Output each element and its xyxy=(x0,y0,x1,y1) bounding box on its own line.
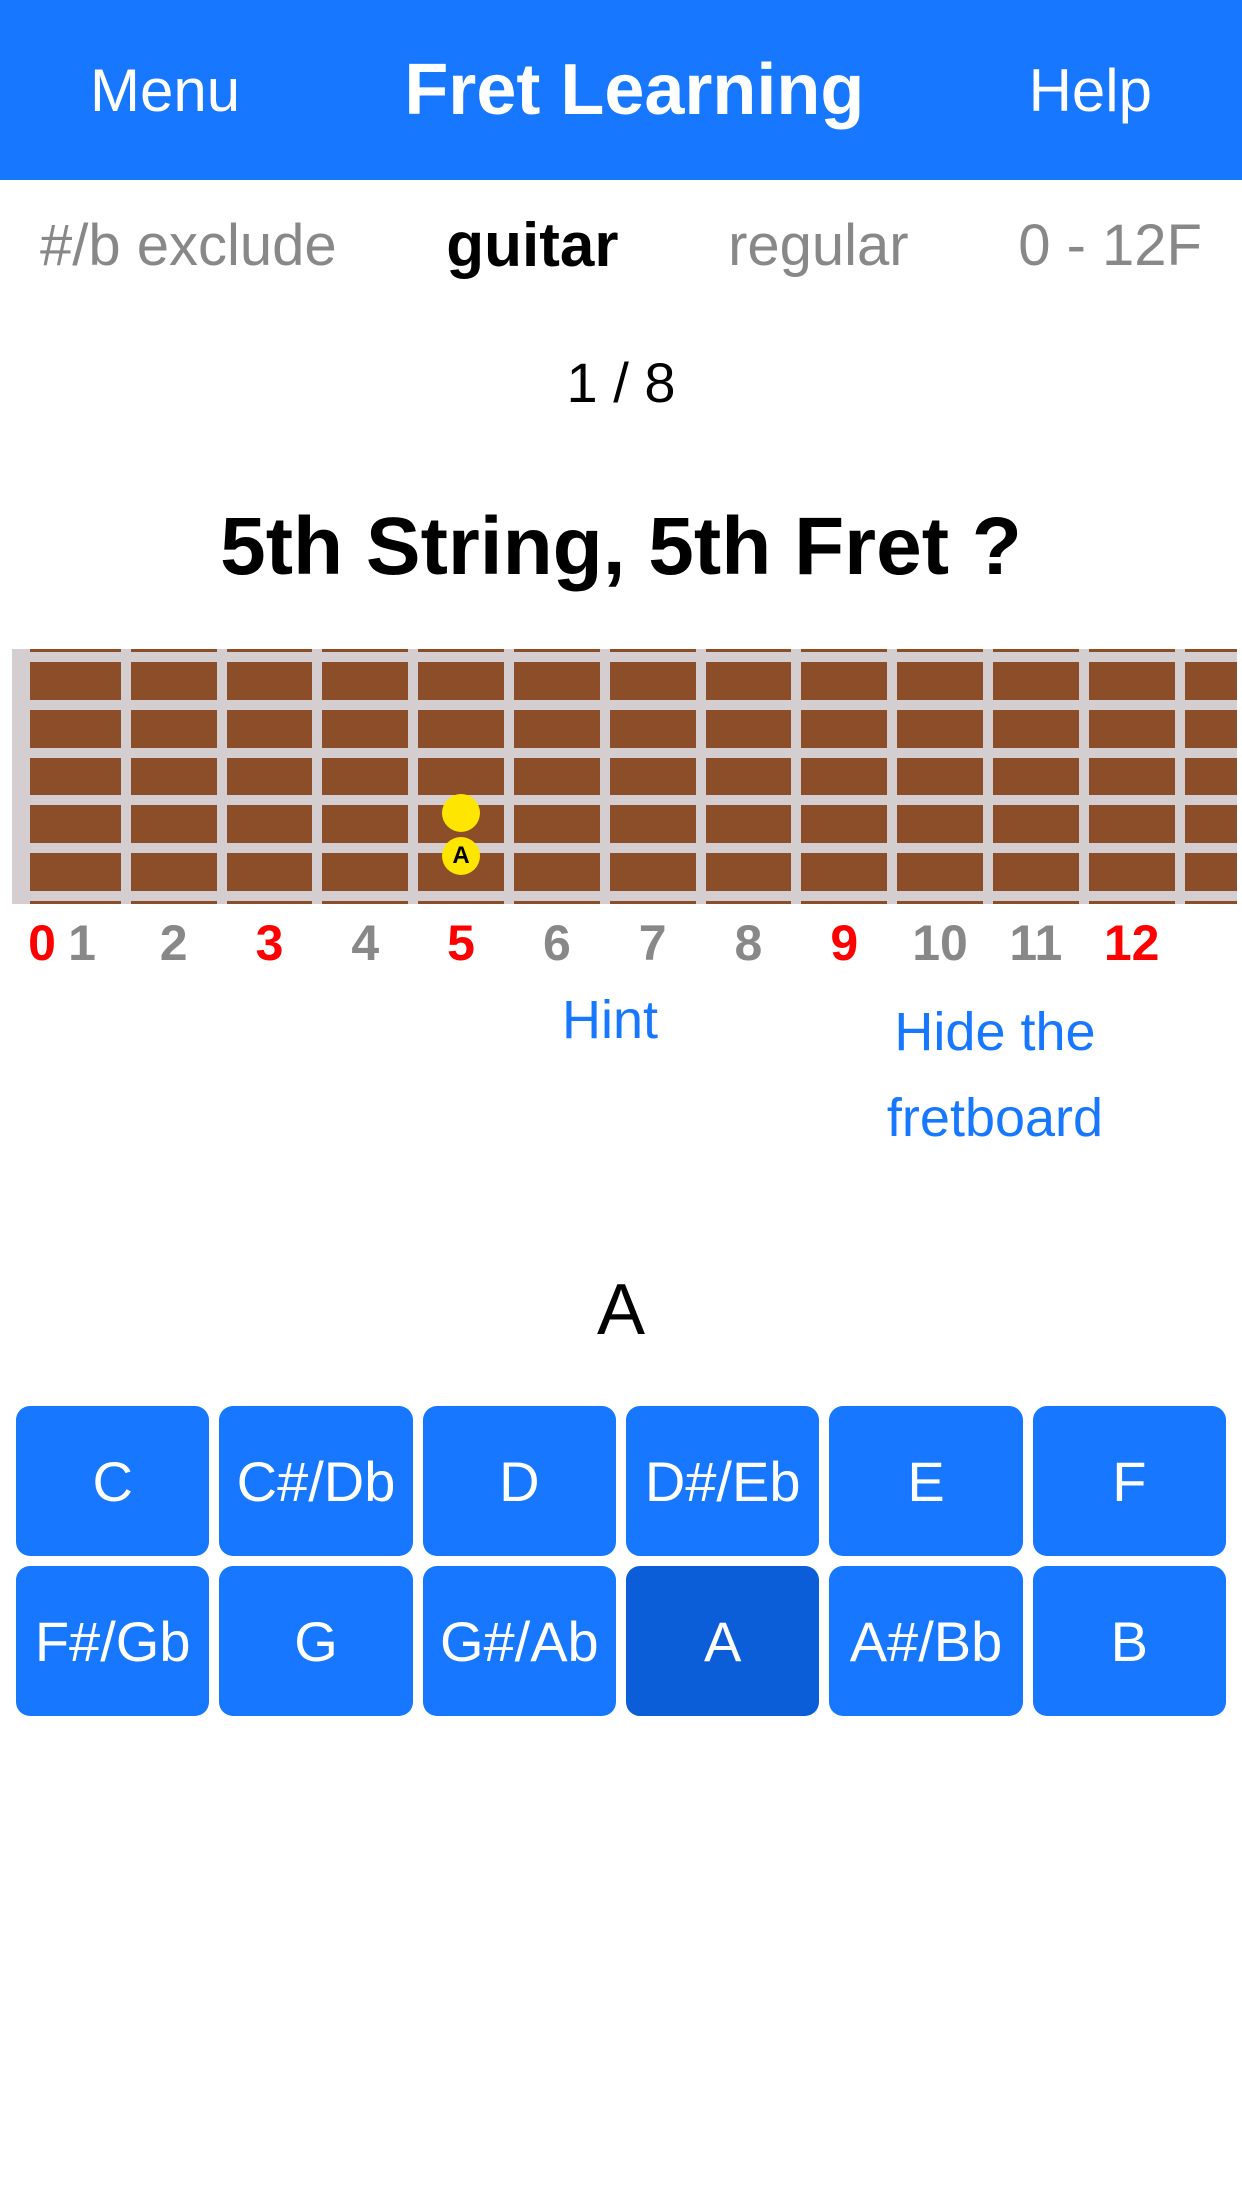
fret-number: 5 xyxy=(447,914,475,972)
fretboard-fret xyxy=(696,649,706,904)
note-button-fgb[interactable]: F#/Gb xyxy=(16,1566,209,1716)
fretboard-string xyxy=(12,748,1237,758)
hint-link[interactable]: Hint xyxy=(562,989,658,1051)
fretboard-fret xyxy=(312,649,322,904)
fretboard-fret xyxy=(121,649,131,904)
note-button-gab[interactable]: G#/Ab xyxy=(423,1566,616,1716)
note-button-c[interactable]: C xyxy=(16,1406,209,1556)
answer-display: A xyxy=(0,1269,1242,1351)
fret-number: 3 xyxy=(256,914,284,972)
fretboard-string xyxy=(12,652,1237,662)
fretboard: A xyxy=(12,649,1237,904)
fretboard-fret xyxy=(1175,649,1185,904)
hide-fretboard-link[interactable]: Hide thefretboard xyxy=(887,989,1103,1162)
fretboard-fret xyxy=(887,649,897,904)
menu-button[interactable]: Menu xyxy=(90,56,240,125)
question-text: 5th String, 5th Fret ? xyxy=(0,500,1242,594)
fretboard-fret xyxy=(1079,649,1089,904)
fret-number: 12 xyxy=(1104,914,1160,972)
fret-marker-note: A xyxy=(442,837,480,875)
note-button-a[interactable]: A xyxy=(626,1566,819,1716)
fretboard-fret xyxy=(408,649,418,904)
fretboard-nut xyxy=(12,649,30,904)
fretboard-string xyxy=(12,700,1237,710)
fretboard-fret xyxy=(217,649,227,904)
fretboard-container: A 0123456789101112 xyxy=(0,649,1242,974)
fretboard-fret xyxy=(600,649,610,904)
settings-row: #/b exclude guitar regular 0 - 12F xyxy=(0,180,1242,310)
action-links: Hint Hide thefretboard xyxy=(0,989,1242,1139)
fret-number: 0 xyxy=(28,914,56,972)
fret-number: 4 xyxy=(351,914,379,972)
fretboard-string xyxy=(12,795,1237,805)
note-button-d[interactable]: D xyxy=(423,1406,616,1556)
note-button-f[interactable]: F xyxy=(1033,1406,1226,1556)
note-button-b[interactable]: B xyxy=(1033,1566,1226,1716)
setting-range[interactable]: 0 - 12F xyxy=(1018,212,1202,279)
fretboard-fret xyxy=(504,649,514,904)
fretboard-fret xyxy=(983,649,993,904)
fretboard-string xyxy=(12,891,1237,901)
note-button-e[interactable]: E xyxy=(829,1406,1022,1556)
setting-sharpflat[interactable]: #/b exclude xyxy=(40,212,337,279)
note-button-g[interactable]: G xyxy=(219,1566,412,1716)
fret-number: 10 xyxy=(912,914,968,972)
help-button[interactable]: Help xyxy=(1029,56,1152,125)
fret-number: 7 xyxy=(639,914,667,972)
fret-number: 6 xyxy=(543,914,571,972)
fret-number: 11 xyxy=(1009,914,1062,972)
note-button-grid: CC#/DbDD#/EbEF F#/GbGG#/AbAA#/BbB xyxy=(16,1406,1226,1716)
setting-instrument[interactable]: guitar xyxy=(446,210,618,281)
fret-number: 1 xyxy=(68,914,96,972)
fret-number: 2 xyxy=(160,914,188,972)
fret-number: 8 xyxy=(735,914,763,972)
fretboard-string xyxy=(12,843,1237,853)
app-header: Menu Fret Learning Help xyxy=(0,0,1242,180)
setting-tuning[interactable]: regular xyxy=(728,212,909,279)
fret-number: 9 xyxy=(830,914,858,972)
progress-counter: 1 / 8 xyxy=(0,350,1242,415)
fret-number-row: 0123456789101112 xyxy=(12,914,1237,974)
note-button-cdb[interactable]: C#/Db xyxy=(219,1406,412,1556)
note-button-abb[interactable]: A#/Bb xyxy=(829,1566,1022,1716)
fretboard-fret xyxy=(791,649,801,904)
fretboard-bg xyxy=(12,649,1237,904)
note-button-deb[interactable]: D#/Eb xyxy=(626,1406,819,1556)
app-title: Fret Learning xyxy=(240,49,1029,131)
fret-marker-dot xyxy=(442,794,480,832)
